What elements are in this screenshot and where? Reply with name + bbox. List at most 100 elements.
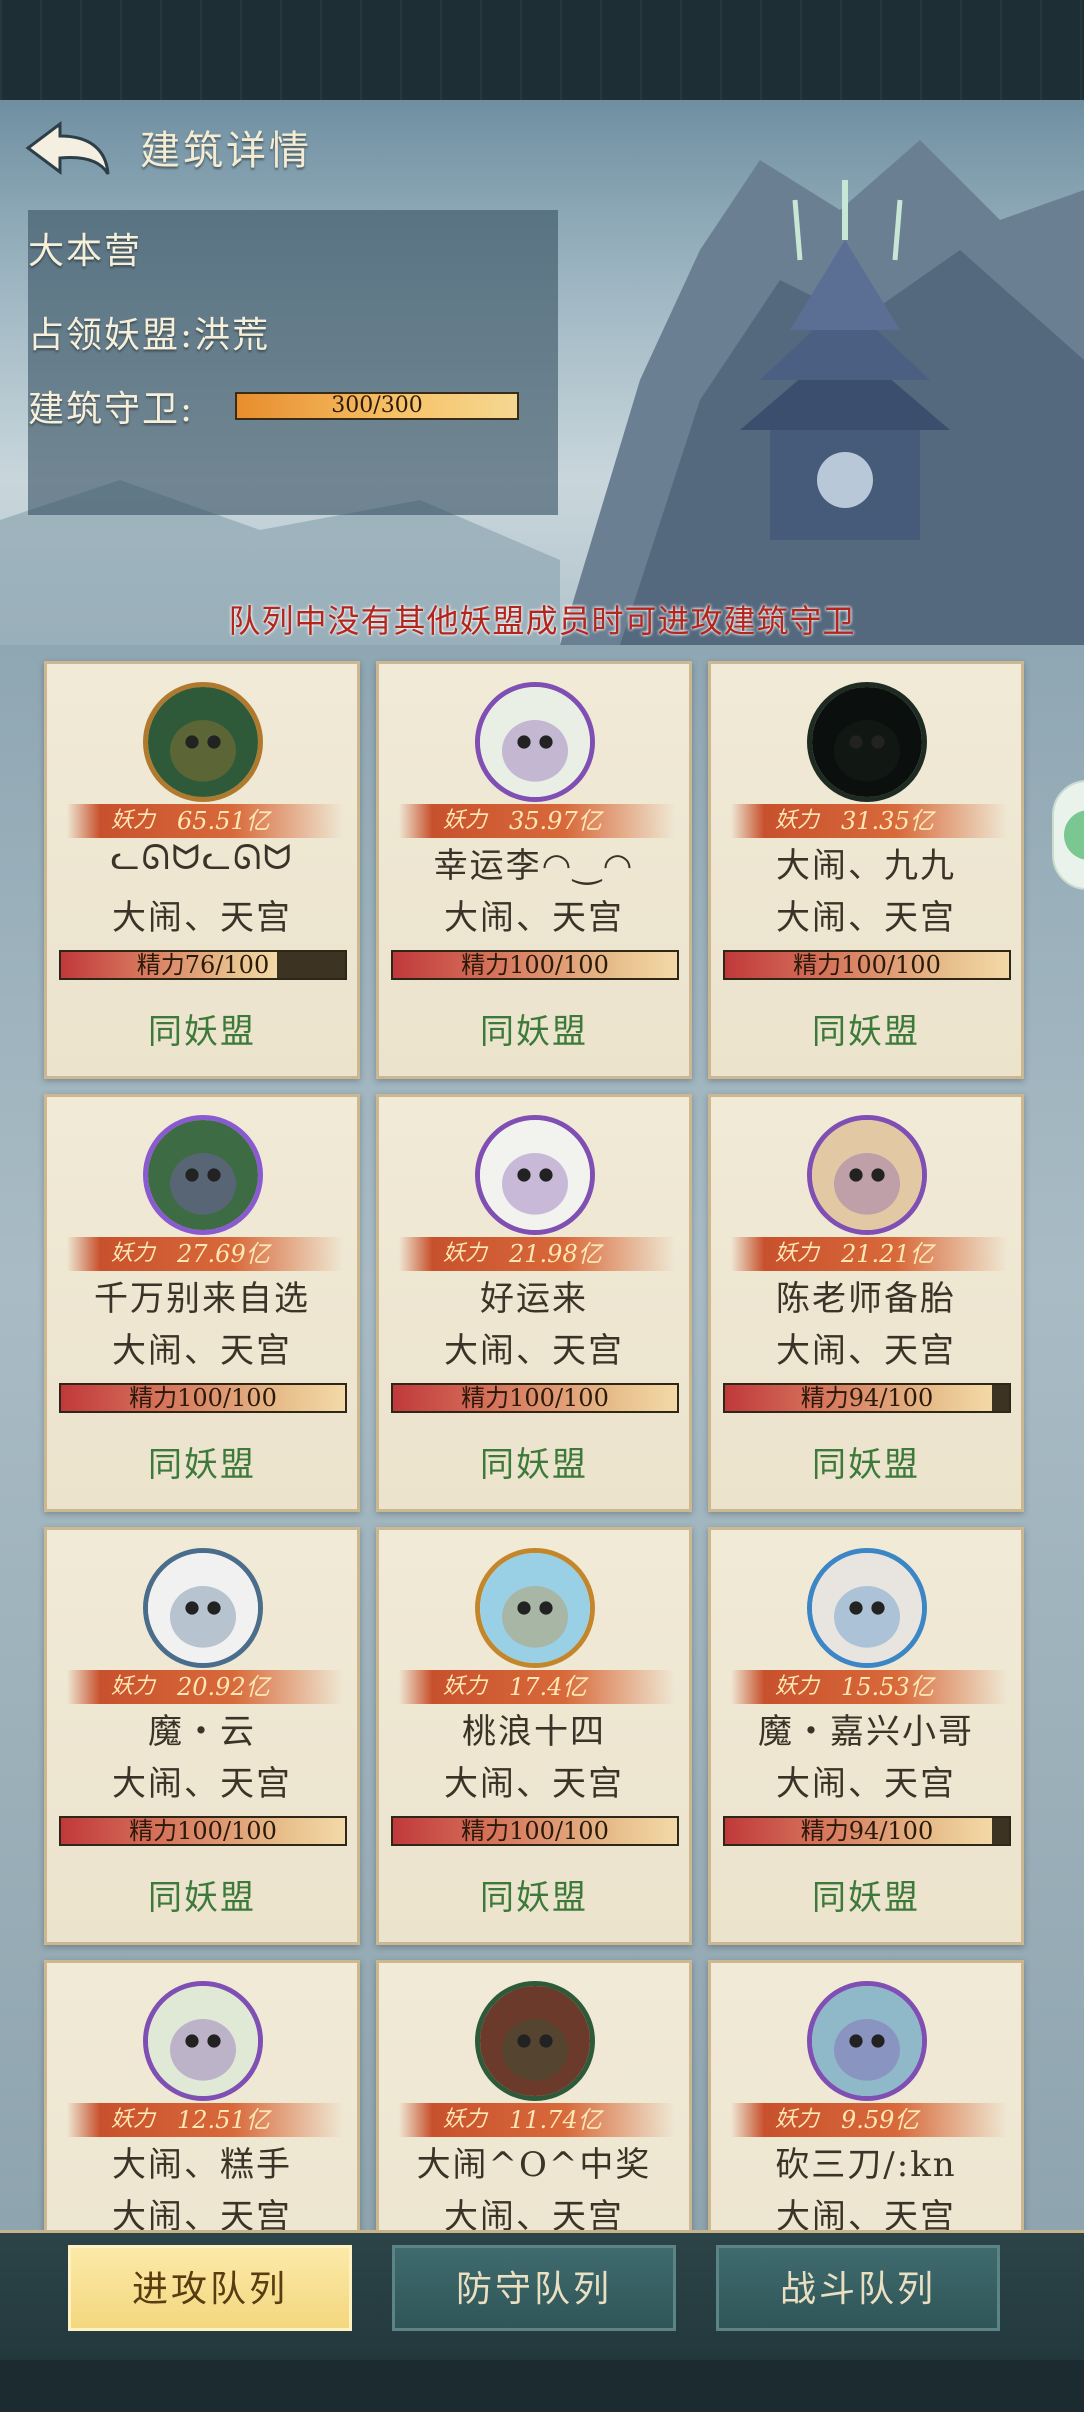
man-photo-avatar xyxy=(807,1548,927,1668)
power-banner: 妖力 20.92亿 xyxy=(67,1670,343,1704)
same-alliance-tag: 同妖盟 xyxy=(812,1012,920,1052)
power-banner: 妖力 15.53亿 xyxy=(731,1670,1007,1704)
member-card[interactable]: 妖力 27.69亿千万别来自选 大闹、天宫精力100/100 同妖盟 xyxy=(44,1094,360,1512)
power-label: 妖力 xyxy=(111,1674,156,1699)
same-alliance-tag: 同妖盟 xyxy=(148,1445,256,1485)
power-banner: 妖力 11.74亿 xyxy=(399,2103,675,2137)
energy-text: 精力100/100 xyxy=(129,1384,277,1412)
energy-text: 精力100/100 xyxy=(129,1817,277,1845)
power-value: 20.92亿 xyxy=(177,1673,270,1701)
status-bar-area xyxy=(0,0,1084,100)
power-banner: 妖力 17.4亿 xyxy=(399,1670,675,1704)
power-banner: 妖力 12.51亿 xyxy=(67,2103,343,2137)
member-card[interactable]: 妖力 31.35亿 大闹、九九 大闹、天宫 精力100/100 同妖盟 xyxy=(708,661,1024,1079)
member-name: 桃浪十四 xyxy=(462,1712,606,1752)
energy-bar: 精力100/100 xyxy=(391,1816,679,1846)
same-alliance-tag: 同妖盟 xyxy=(480,1012,588,1052)
power-value: 31.35亿 xyxy=(841,807,934,835)
footer-strip xyxy=(0,2360,1084,2412)
same-alliance-tag: 同妖盟 xyxy=(480,1445,588,1485)
power-value: 15.53亿 xyxy=(841,1673,934,1701)
energy-text: 精力94/100 xyxy=(800,1817,934,1845)
warrior-avatar xyxy=(475,1548,595,1668)
same-alliance-tag: 同妖盟 xyxy=(812,1445,920,1485)
energy-text: 精力100/100 xyxy=(793,951,941,979)
member-name: 魔・嘉兴小哥 xyxy=(758,1712,974,1752)
energy-text: 精力100/100 xyxy=(461,1817,609,1845)
power-value: 21.98亿 xyxy=(509,1240,602,1268)
member-card[interactable]: 妖力 15.53亿魔・嘉兴小哥 大闹、天宫精力94/100 同妖盟 xyxy=(708,1527,1024,1945)
energy-bar: 精力100/100 xyxy=(59,1816,347,1846)
member-alliance: 大闹、天宫 xyxy=(112,2197,292,2230)
energy-text: 精力100/100 xyxy=(461,1384,609,1412)
guard-progress-text: 300/300 xyxy=(331,393,423,418)
same-alliance-tag: 同妖盟 xyxy=(812,1878,920,1918)
cat-green-avatar xyxy=(143,1981,263,2101)
power-label: 妖力 xyxy=(443,1674,488,1699)
power-banner: 妖力 27.69亿 xyxy=(67,1237,343,1271)
member-card[interactable]: 妖力 35.97亿幸运李◠‿◠ 大闹、天宫精力100/100 同妖盟 xyxy=(376,661,692,1079)
member-name: 幸运李◠‿◠ xyxy=(433,846,635,886)
tab-battle-queue[interactable]: 战斗队列 xyxy=(716,2245,1000,2331)
energy-bar: 精力76/100 xyxy=(59,950,347,980)
power-label: 妖力 xyxy=(111,2107,156,2132)
power-value: 9.59亿 xyxy=(841,2106,919,2134)
power-label: 妖力 xyxy=(443,808,488,833)
member-alliance: 大闹、天宫 xyxy=(444,2197,624,2230)
member-name: 大闹^O^中奖 xyxy=(416,2145,652,2185)
power-banner: 妖力 65.51亿 xyxy=(67,804,343,838)
member-alliance: 大闹、天宫 xyxy=(112,1764,292,1804)
energy-bar: 精力94/100 xyxy=(723,1816,1011,1846)
power-label: 妖力 xyxy=(775,1674,820,1699)
cat-white-avatar xyxy=(475,682,595,802)
member-alliance: 大闹、天宫 xyxy=(776,1764,956,1804)
power-label: 妖力 xyxy=(775,2107,820,2132)
member-card[interactable]: 妖力 21.21亿 陈老师备胎 大闹、天宫 精力94/100 同妖盟 xyxy=(708,1094,1024,1512)
power-banner: 妖力 31.35亿 xyxy=(731,804,1007,838)
member-alliance: 大闹、天宫 xyxy=(112,1331,292,1371)
dark-photo-avatar xyxy=(807,682,927,802)
power-label: 妖力 xyxy=(443,2107,488,2132)
energy-text: 精力100/100 xyxy=(461,951,609,979)
zombie-avatar xyxy=(807,1981,927,2101)
member-card[interactable]: 妖力 11.74亿大闹^O^中奖大闹、天宫 xyxy=(376,1960,692,2230)
queue-tab-bar: 进攻队列 防守队列 战斗队列 xyxy=(0,2230,1084,2363)
guard-label: 建筑守卫: xyxy=(28,389,195,430)
member-alliance: 大闹、天宫 xyxy=(444,898,624,938)
member-card[interactable]: 妖力 9.59亿 砍三刀/:kn 大闹、天宫 xyxy=(708,1960,1024,2230)
energy-bar: 精力100/100 xyxy=(391,950,679,980)
scholar-avatar xyxy=(807,1115,927,1235)
member-alliance: 大闹、天宫 xyxy=(444,1331,624,1371)
energy-bar: 精力100/100 xyxy=(723,950,1011,980)
member-alliance: 大闹、天宫 xyxy=(776,898,956,938)
side-chat-button[interactable] xyxy=(1052,780,1084,890)
energy-bar: 精力94/100 xyxy=(723,1383,1011,1413)
member-card[interactable]: 妖力 20.92亿 魔・云 大闹、天宫 精力100/100 同妖盟 xyxy=(44,1527,360,1945)
member-name: 千万别来自选 xyxy=(94,1279,310,1319)
member-card-grid[interactable]: 妖力 65.51亿 ᓚᘏᗢᓚᘏᗢ 大闹、天宫 精力76/100 同妖盟 妖力 35.97亿 幸运… xyxy=(0,645,1084,2230)
tab-attack-queue[interactable]: 进攻队列 xyxy=(68,2245,352,2331)
energy-text: 精力94/100 xyxy=(800,1384,934,1412)
member-name: ᓚᘏᗢᓚᘏᗢ xyxy=(110,838,294,878)
occupier-alliance: 占领妖盟:洪荒 xyxy=(28,315,271,356)
member-card[interactable]: 妖力 17.4亿 桃浪十四 大闹、天宫 精力100/100 同妖盟 xyxy=(376,1527,692,1945)
back-arrow-icon xyxy=(25,121,110,175)
member-alliance: 大闹、天宫 xyxy=(776,1331,956,1371)
power-value: 17.4亿 xyxy=(509,1673,587,1701)
member-card[interactable]: 妖力 65.51亿 ᓚᘏᗢᓚᘏᗢ 大闹、天宫 精力76/100 同妖盟 xyxy=(44,661,360,1079)
member-alliance: 大闹、天宫 xyxy=(776,2197,956,2230)
power-banner: 妖力 9.59亿 xyxy=(731,2103,1007,2137)
power-value: 11.74亿 xyxy=(509,2106,602,2134)
same-alliance-tag: 同妖盟 xyxy=(148,1012,256,1052)
power-value: 27.69亿 xyxy=(177,1240,270,1268)
member-card[interactable]: 妖力 12.51亿 大闹、糕手 大闹、天宫 xyxy=(44,1960,360,2230)
back-button[interactable] xyxy=(22,118,112,178)
power-label: 妖力 xyxy=(775,808,820,833)
energy-text: 精力76/100 xyxy=(136,951,270,979)
power-value: 35.97亿 xyxy=(509,807,602,835)
power-label: 妖力 xyxy=(775,1241,820,1266)
tab-defense-queue[interactable]: 防守队列 xyxy=(392,2245,676,2331)
power-value: 21.21亿 xyxy=(841,1240,934,1268)
power-label: 妖力 xyxy=(111,1241,156,1266)
member-card[interactable]: 妖力 21.98亿 好运来 大闹、天宫 精力100/100 同妖盟 xyxy=(376,1094,692,1512)
